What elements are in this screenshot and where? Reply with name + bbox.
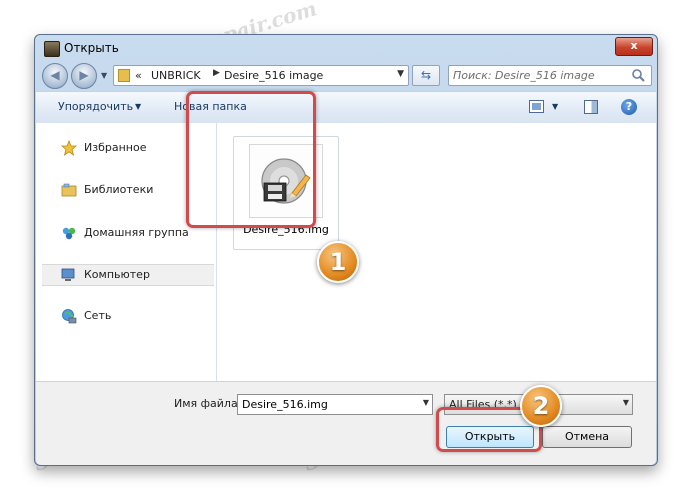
- folder-icon: [118, 69, 130, 82]
- preview-pane-icon[interactable]: [584, 100, 598, 114]
- app-icon: [44, 41, 60, 57]
- sidebar-item-label: Домашняя группа: [84, 226, 189, 239]
- recent-pages-dropdown[interactable]: ▼: [101, 71, 107, 80]
- search-icon[interactable]: [631, 68, 646, 83]
- refresh-button[interactable]: ⇆: [412, 65, 440, 86]
- back-arrow-icon: ◀: [50, 68, 60, 82]
- star-icon: [61, 140, 77, 156]
- chevron-down-icon[interactable]: ▼: [623, 398, 629, 407]
- forward-button[interactable]: ▶: [71, 63, 97, 89]
- organize-button[interactable]: Упорядочить: [58, 100, 133, 113]
- filename-label: Имя файла:: [174, 397, 242, 410]
- sidebar-item-computer[interactable]: Компьютер: [42, 264, 214, 286]
- address-bar[interactable]: « UNBRICK ▶ Desire_516 image ▼: [113, 65, 409, 86]
- breadcrumb-chevron-icon[interactable]: ▶: [213, 68, 220, 78]
- breadcrumb-item[interactable]: Desire_516 image: [224, 69, 323, 82]
- forward-arrow-icon: ▶: [79, 68, 89, 82]
- chevron-down-icon[interactable]: ▼: [423, 398, 429, 407]
- dialog-footer: Имя файла: ▼ All Files (*.*) ▼ Открыть О…: [36, 381, 656, 465]
- search-box[interactable]: [448, 65, 652, 86]
- computer-icon: [61, 268, 75, 281]
- step-badge-2: 2: [520, 385, 562, 427]
- file-highlight-frame: [186, 91, 316, 228]
- sidebar-item-label: Сеть: [84, 309, 112, 322]
- breadcrumb-overflow[interactable]: «: [135, 69, 142, 82]
- homegroup-icon: [62, 227, 76, 240]
- sidebar-item-label: Библиотеки: [84, 183, 154, 196]
- refresh-icon: ⇆: [420, 68, 432, 82]
- step-badge-1: 1: [317, 241, 359, 283]
- library-icon: [61, 183, 77, 197]
- view-options-icon[interactable]: [529, 100, 544, 113]
- close-button[interactable]: x: [615, 37, 653, 56]
- filename-combobox[interactable]: ▼: [237, 394, 433, 415]
- sidebar-item-label: Компьютер: [84, 268, 150, 281]
- sidebar-item-network[interactable]: Сеть: [36, 306, 214, 326]
- command-toolbar: Упорядочить ▼ Новая папка ▼ ?: [36, 91, 656, 124]
- breadcrumb-item[interactable]: UNBRICK: [151, 69, 201, 82]
- sidebar-item-label: Избранное: [84, 141, 147, 154]
- back-button[interactable]: ◀: [42, 63, 68, 89]
- help-icon[interactable]: ?: [621, 99, 637, 115]
- cancel-button[interactable]: Отмена: [542, 426, 632, 448]
- close-icon: x: [630, 39, 638, 52]
- organize-dropdown-icon[interactable]: ▼: [135, 102, 141, 111]
- view-dropdown-icon[interactable]: ▼: [552, 102, 558, 111]
- address-dropdown-icon[interactable]: ▼: [397, 69, 404, 79]
- window-title: Открыть: [64, 41, 119, 55]
- network-icon: [62, 309, 77, 324]
- search-input[interactable]: [453, 68, 623, 83]
- filename-input[interactable]: [242, 397, 412, 412]
